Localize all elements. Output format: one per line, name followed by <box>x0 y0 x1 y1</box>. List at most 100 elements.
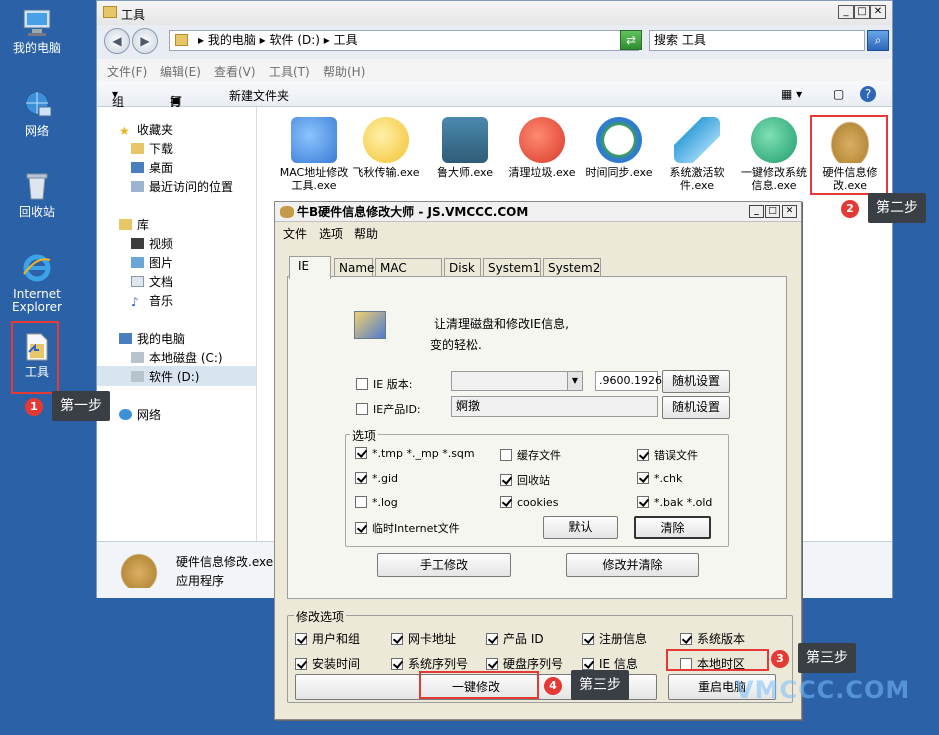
nav-music[interactable]: ♪ 音乐 <box>131 292 173 309</box>
ie-version-select[interactable]: ▼ <box>451 371 583 391</box>
tab-system1[interactable]: System1 <box>483 258 541 277</box>
modify-system-version-checkbox[interactable]: 系统版本 <box>680 630 745 647</box>
modify-registration-info-checkbox[interactable]: 注册信息 <box>582 630 647 647</box>
nav-recent[interactable]: 最近访问的位置 <box>131 178 233 195</box>
default-button[interactable]: 默认 <box>543 516 618 539</box>
modify-disk-serial-checkbox[interactable]: 硬盘序列号 <box>486 655 563 672</box>
file-item[interactable]: 飞秋传输.exe <box>349 117 423 179</box>
nav-documents[interactable]: 文档 <box>131 273 173 290</box>
menu-tools[interactable]: 工具(T) <box>269 63 310 80</box>
option-gid-checkbox[interactable]: *.gid <box>355 472 398 485</box>
internet-explorer-icon <box>21 252 53 284</box>
option-bak-old-checkbox[interactable]: *.bak *.old <box>637 496 712 509</box>
organize-button[interactable]: 组织 ▾ <box>112 87 124 126</box>
option-temp-internet-files-checkbox[interactable]: 临时Internet文件 <box>355 520 460 536</box>
close-button[interactable]: ✕ <box>782 205 797 218</box>
nav-computer[interactable]: 我的电脑 <box>119 330 185 347</box>
manual-modify-button[interactable]: 手工修改 <box>377 553 511 577</box>
help-icon[interactable]: ? <box>860 86 876 102</box>
file-item[interactable]: 清理垃圾.exe <box>505 117 579 179</box>
nav-drive-c[interactable]: 本地磁盘 (C:) <box>131 349 223 366</box>
step2-highlight <box>810 115 888 195</box>
explorer-title-bar[interactable]: 工具 _ □ ✕ <box>97 1 892 25</box>
option-error-files-checkbox[interactable]: 错误文件 <box>637 447 698 463</box>
tab-mac-addr[interactable]: MAC Addr <box>375 258 442 293</box>
back-arrow-icon[interactable]: ◀ <box>104 28 130 54</box>
new-folder-button[interactable]: 新建文件夹 <box>229 87 289 104</box>
menu-help[interactable]: 帮助(H) <box>323 63 365 80</box>
modify-mac-address-checkbox[interactable]: 网卡地址 <box>391 630 456 647</box>
ie-product-id-field[interactable]: 婀撴 <box>451 396 658 417</box>
folder-icon <box>175 34 188 46</box>
search-icon[interactable]: ⌕ <box>867 30 889 51</box>
minimize-button[interactable]: _ <box>838 5 854 19</box>
green-swirl-icon <box>751 117 797 163</box>
download-folder-icon <box>131 143 144 154</box>
tab-name[interactable]: Name <box>334 258 374 277</box>
tab-disk[interactable]: Disk <box>444 258 481 277</box>
file-name: 一键修改系统信息.exe <box>741 166 807 192</box>
menu-options[interactable]: 选项 <box>319 225 343 242</box>
nav-downloads[interactable]: 下载 <box>131 140 173 157</box>
menu-edit[interactable]: 编辑(E) <box>160 63 201 80</box>
random-ie-version-button[interactable]: 随机设置 <box>662 370 730 393</box>
desktop-icon-recycle-bin[interactable]: 回收站 <box>7 170 67 219</box>
option-tmp-checkbox[interactable]: *.tmp *._mp *.sqm <box>355 447 475 460</box>
modify-system-serial-checkbox[interactable]: 系统序列号 <box>391 655 468 672</box>
tab-ie[interactable]: IE <box>289 256 331 279</box>
modify-and-clear-button[interactable]: 修改并清除 <box>566 553 699 577</box>
desktop-icon-ie[interactable]: Internet Explorer <box>7 252 67 314</box>
menu-file[interactable]: 文件 <box>283 225 307 242</box>
maximize-button[interactable]: □ <box>765 205 780 218</box>
option-log-checkbox[interactable]: *.log <box>355 496 398 509</box>
desktop-icon-label: 回收站 <box>18 205 55 219</box>
option-label: *.chk <box>654 472 683 485</box>
tab-system2[interactable]: System2 <box>543 258 601 277</box>
nav-libraries[interactable]: 库 <box>119 216 149 233</box>
file-item[interactable]: 鲁大师.exe <box>428 117 502 179</box>
modify-install-time-checkbox[interactable]: 安装时间 <box>295 655 360 672</box>
random-ie-product-id-button[interactable]: 随机设置 <box>662 396 730 419</box>
nav-pictures[interactable]: 图片 <box>131 254 173 271</box>
nav-drive-d[interactable]: 软件 (D:) <box>97 366 256 386</box>
drive-icon <box>131 352 144 363</box>
nav-videos[interactable]: 视频 <box>131 235 173 252</box>
desktop-icon-computer[interactable]: 我的电脑 <box>7 6 67 55</box>
menu-help[interactable]: 帮助 <box>354 225 378 242</box>
address-field[interactable]: ▸ 我的电脑 ▸ 软件 (D:) ▸ 工具 ▼ <box>169 30 639 51</box>
view-options-icon[interactable]: ▦ ▾ <box>781 87 802 101</box>
minimize-button[interactable]: _ <box>749 205 764 218</box>
close-button[interactable]: ✕ <box>870 5 886 19</box>
menu-file[interactable]: 文件(F) <box>107 63 147 80</box>
file-item[interactable]: 一键修改系统信息.exe <box>737 117 811 192</box>
preview-pane-icon[interactable]: ▢ <box>833 87 844 101</box>
ie-version-checkbox[interactable]: IE 版本: <box>356 376 412 392</box>
breadcrumb-item[interactable]: 软件 (D:) <box>270 33 320 47</box>
breadcrumb-item[interactable]: 工具 <box>334 33 358 47</box>
forward-arrow-icon[interactable]: ▶ <box>132 28 158 54</box>
refresh-icon[interactable]: ⇄ <box>620 30 642 50</box>
option-recycle-bin-checkbox[interactable]: 回收站 <box>500 472 550 488</box>
option-cache-checkbox[interactable]: 缓存文件 <box>500 447 561 463</box>
breadcrumb-item[interactable]: 我的电脑 <box>208 33 256 47</box>
nav-desktop[interactable]: 桌面 <box>131 159 173 176</box>
file-item[interactable]: 时间同步.exe <box>582 117 656 179</box>
clear-button[interactable]: 清除 <box>634 516 711 539</box>
desktop-icon-network[interactable]: 网络 <box>7 89 67 138</box>
menu-view[interactable]: 查看(V) <box>214 63 256 80</box>
ie-version-label: IE 版本: <box>373 378 413 391</box>
nav-network[interactable]: 网络 <box>119 406 161 423</box>
modify-users-groups-checkbox[interactable]: 用户和组 <box>295 630 360 647</box>
search-placeholder: 搜索 工具 <box>654 33 706 47</box>
file-item[interactable]: MAC地址修改工具.exe <box>277 117 351 192</box>
ie-product-id-checkbox[interactable]: IE产品ID: <box>356 401 421 417</box>
search-input[interactable]: 搜索 工具 <box>649 30 865 51</box>
dialog-title-bar[interactable]: 牛B硬件信息修改大师 - JS.VMCCC.COM _ □ ✕ <box>275 202 801 222</box>
maximize-button[interactable]: □ <box>854 5 870 19</box>
option-chk-checkbox[interactable]: *.chk <box>637 472 682 485</box>
file-item[interactable]: 系统激活软件.exe <box>660 117 734 192</box>
option-cookies-checkbox[interactable]: cookies <box>500 496 558 509</box>
modify-product-id-checkbox[interactable]: 产品 ID <box>486 630 544 647</box>
ie-version-field[interactable]: .9600.1926 <box>595 371 662 391</box>
nav-favorites[interactable]: ★ 收藏夹 <box>119 121 173 138</box>
